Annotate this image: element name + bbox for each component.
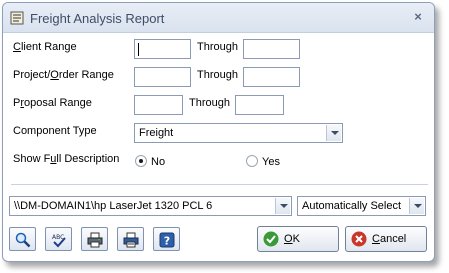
window-title: Freight Analysis Report [30, 11, 165, 26]
client-range-label: Client Range [13, 41, 77, 53]
radio-yes[interactable] [246, 155, 258, 167]
report-window-icon [10, 11, 24, 25]
client-range-from-input[interactable] [134, 39, 191, 59]
paper-source-value: Automatically Select [302, 200, 402, 212]
component-type-select[interactable]: Freight [134, 123, 343, 143]
project-range-to-input[interactable] [243, 67, 300, 87]
help-icon: ? [159, 232, 175, 248]
chevron-down-icon[interactable] [409, 198, 424, 214]
printer-select[interactable]: \\DM-DOMAIN1\hp LaserJet 1320 PCL 6 [9, 196, 292, 216]
separator [11, 184, 428, 185]
proposal-range-from-input[interactable] [134, 95, 183, 115]
radio-yes-label: Yes [262, 156, 280, 168]
component-type-label: Component Type [13, 125, 97, 137]
project-order-range-label: Project/Order Range [13, 69, 114, 81]
client-range-to-input[interactable] [243, 39, 300, 59]
cancel-label: Cancel [372, 233, 407, 245]
project-range-from-input[interactable] [134, 67, 191, 87]
proposal-range-to-input[interactable] [235, 95, 284, 115]
client-range-through-label: Through [197, 41, 238, 53]
chevron-down-icon[interactable] [275, 198, 290, 214]
cancel-button[interactable]: Cancel [345, 226, 427, 252]
preview-button[interactable] [9, 227, 36, 251]
paper-source-select[interactable]: Automatically Select [297, 196, 426, 216]
printer-icon [87, 232, 103, 248]
proposal-range-through-label: Through [189, 97, 230, 109]
chevron-down-icon[interactable] [326, 125, 341, 141]
radio-no-label: No [151, 156, 166, 168]
help-button[interactable]: ? [153, 227, 180, 251]
magnifier-icon [15, 232, 31, 248]
printer-value: \\DM-DOMAIN1\hp LaserJet 1320 PCL 6 [14, 200, 213, 212]
freight-analysis-dialog: Freight Analysis Report × Client Range T… [2, 2, 435, 262]
proposal-range-label: Proposal Range [13, 97, 92, 109]
checkmark-icon [263, 231, 279, 247]
print-setup-icon [123, 232, 139, 248]
ok-button[interactable]: OK [257, 226, 339, 252]
spell-check-button[interactable]: ABC [45, 227, 72, 251]
cancel-icon [351, 231, 367, 247]
spell-check-icon: ABC [52, 234, 66, 248]
show-full-description-label: Show Full Description [13, 153, 120, 165]
title-bar: Freight Analysis Report × [3, 3, 434, 33]
svg-text:?: ? [164, 235, 170, 248]
print-button[interactable] [81, 227, 108, 251]
radio-no[interactable] [135, 155, 147, 167]
close-icon[interactable]: × [410, 9, 426, 25]
ok-label: OK [284, 233, 300, 245]
print-setup-button[interactable] [117, 227, 144, 251]
component-type-value: Freight [139, 127, 174, 139]
text-caret [138, 43, 139, 56]
project-range-through-label: Through [197, 69, 238, 81]
